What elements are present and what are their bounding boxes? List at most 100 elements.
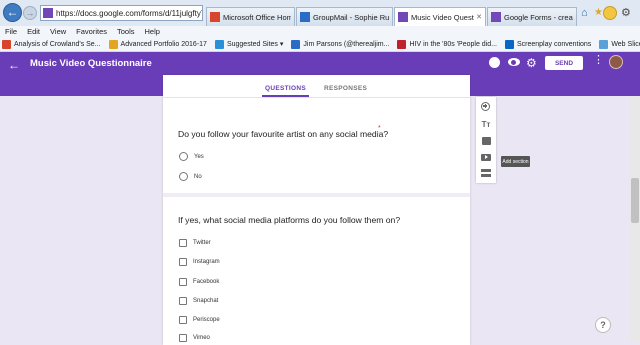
checkbox-option[interactable]: Instagram: [179, 258, 220, 266]
help-button[interactable]: ?: [595, 317, 611, 333]
checkbox[interactable]: [179, 239, 187, 247]
scrollbar-thumb[interactable]: [631, 178, 639, 223]
favorite-link[interactable]: Screenplay conventions: [504, 39, 592, 49]
address-bar[interactable]: https://docs.google.com/forms/d/11julgft…: [40, 5, 203, 21]
favorites-star-icon[interactable]: ★: [594, 7, 603, 18]
image-icon: [481, 137, 491, 145]
address-text: https://docs.google.com/forms/d/11julgft…: [56, 8, 202, 18]
required-marker: *: [378, 125, 381, 132]
favorite-label: Advanced Portfolio 2016-17: [120, 40, 207, 48]
add-title-button[interactable]: Tт: [476, 116, 496, 132]
favorite-label: HIV in the '80s 'People did...: [409, 40, 497, 48]
option-label: Vimeo: [193, 335, 210, 341]
divider: [163, 97, 470, 98]
menu-bar: File Edit View Favorites Tools Help: [0, 26, 640, 37]
tab-responses[interactable]: RESPONSES: [324, 85, 367, 92]
favorite-link[interactable]: Analysis of Crowland's Se...: [2, 39, 101, 49]
checkbox-option[interactable]: Periscope: [179, 316, 220, 324]
option-label: Facebook: [193, 279, 220, 285]
favorite-link[interactable]: Jim Parsons (@therealjim...: [291, 39, 390, 49]
add-section-button[interactable]: [476, 165, 496, 181]
favorite-label: Web Slice Gallery ▾: [611, 41, 640, 48]
palette-icon[interactable]: [489, 57, 500, 68]
menu-tools[interactable]: Tools: [112, 27, 140, 36]
add-question-button[interactable]: [476, 99, 496, 115]
feedback-smiley-icon[interactable]: [603, 6, 617, 20]
form-card: QUESTIONS RESPONSES Do you follow your f…: [163, 75, 470, 345]
forms-icon: [491, 12, 501, 22]
checkbox[interactable]: [179, 258, 187, 266]
checkbox[interactable]: [179, 278, 187, 286]
checkbox-option[interactable]: Twitter: [179, 239, 211, 247]
question-separator: [163, 193, 470, 197]
home-icon[interactable]: ⌂: [581, 7, 588, 19]
radio-option[interactable]: Yes: [179, 152, 204, 161]
favorite-label: Screenplay conventions: [516, 40, 592, 48]
avatar[interactable]: [609, 55, 623, 69]
add-circle-icon: [481, 102, 490, 111]
add-section-tooltip: Add section: [501, 156, 530, 167]
radio-button[interactable]: [179, 152, 188, 161]
more-vertical-icon[interactable]: ⋮: [593, 55, 604, 66]
menu-favorites[interactable]: Favorites: [71, 27, 112, 36]
favorites-bar: Analysis of Crowland's Se... Advanced Po…: [0, 37, 640, 52]
mail-icon: [300, 12, 310, 22]
forward-button[interactable]: →: [23, 6, 37, 20]
browser-tab-music-video[interactable]: Music Video Questionnaire ... ✕: [394, 7, 486, 26]
question-title[interactable]: Do you follow your favourite artist on a…: [178, 129, 388, 139]
radio-button[interactable]: [179, 172, 188, 181]
favorite-link[interactable]: Suggested Sites ▾: [214, 39, 284, 49]
option-label: No: [194, 173, 202, 180]
tools-gear-icon[interactable]: ⚙: [621, 6, 631, 19]
forms-favicon-icon: [43, 8, 53, 18]
browser-tab-office[interactable]: Microsoft Office Home: [206, 7, 295, 26]
section-icon: [481, 169, 491, 177]
favorite-link[interactable]: Web Slice Gallery ▾: [599, 39, 640, 49]
option-label: Snapchat: [193, 298, 219, 304]
bookmark-icon: [108, 39, 118, 49]
question-title[interactable]: If yes, what social media platforms do y…: [178, 215, 400, 225]
bookmark-icon: [397, 39, 407, 49]
favorite-label: Suggested Sites ▾: [226, 41, 284, 48]
favorite-link[interactable]: HIV in the '80s 'People did...: [397, 39, 497, 49]
tab-label: Google Forms - create and ana...: [504, 12, 573, 22]
send-button[interactable]: SEND: [545, 56, 583, 70]
side-toolbar: Tт: [476, 97, 496, 183]
forms-icon: [398, 12, 408, 22]
browser-tab-google-forms[interactable]: Google Forms - create and ana...: [487, 7, 577, 26]
option-label: Instagram: [193, 259, 220, 265]
favorite-label: Jim Parsons (@therealjim...: [303, 40, 390, 48]
back-button[interactable]: ←: [3, 3, 22, 22]
browser-titlebar: ← → https://docs.google.com/forms/d/11ju…: [0, 0, 640, 26]
add-video-button[interactable]: [476, 149, 496, 165]
video-icon: [481, 153, 491, 161]
browser-tab-groupmail[interactable]: GroupMail - Sophie Rudd - Ou...: [296, 7, 393, 26]
bookmark-icon: [214, 39, 224, 49]
checkbox-option[interactable]: Snapchat: [179, 297, 218, 305]
preview-eye-icon[interactable]: [508, 58, 520, 66]
form-title[interactable]: Music Video Questionnaire: [30, 58, 152, 69]
add-image-button[interactable]: [476, 133, 496, 149]
tab-label: Music Video Questionnaire ...: [411, 12, 475, 22]
office-icon: [210, 12, 220, 22]
tab-questions[interactable]: QUESTIONS: [265, 85, 306, 92]
checkbox[interactable]: [179, 316, 187, 324]
option-label: Twitter: [193, 240, 211, 246]
checkbox-option[interactable]: Facebook: [179, 278, 219, 286]
menu-help[interactable]: Help: [140, 27, 165, 36]
menu-edit[interactable]: Edit: [22, 27, 45, 36]
radio-option[interactable]: No: [179, 172, 202, 181]
option-label: Yes: [194, 153, 204, 160]
bookmark-icon: [504, 39, 514, 49]
bookmark-icon: [2, 39, 11, 49]
favorite-link[interactable]: Advanced Portfolio 2016-17: [108, 39, 207, 49]
back-arrow-icon[interactable]: ←: [8, 58, 20, 72]
bookmark-icon: [291, 39, 301, 49]
menu-view[interactable]: View: [45, 27, 71, 36]
title-text-icon: Tт: [481, 119, 491, 129]
tab-label: GroupMail - Sophie Rudd - Ou...: [313, 12, 389, 22]
menu-file[interactable]: File: [0, 27, 22, 36]
checkbox[interactable]: [179, 297, 187, 305]
close-tab-icon[interactable]: ✕: [476, 13, 482, 21]
settings-gear-icon[interactable]: ⚙: [526, 56, 537, 70]
